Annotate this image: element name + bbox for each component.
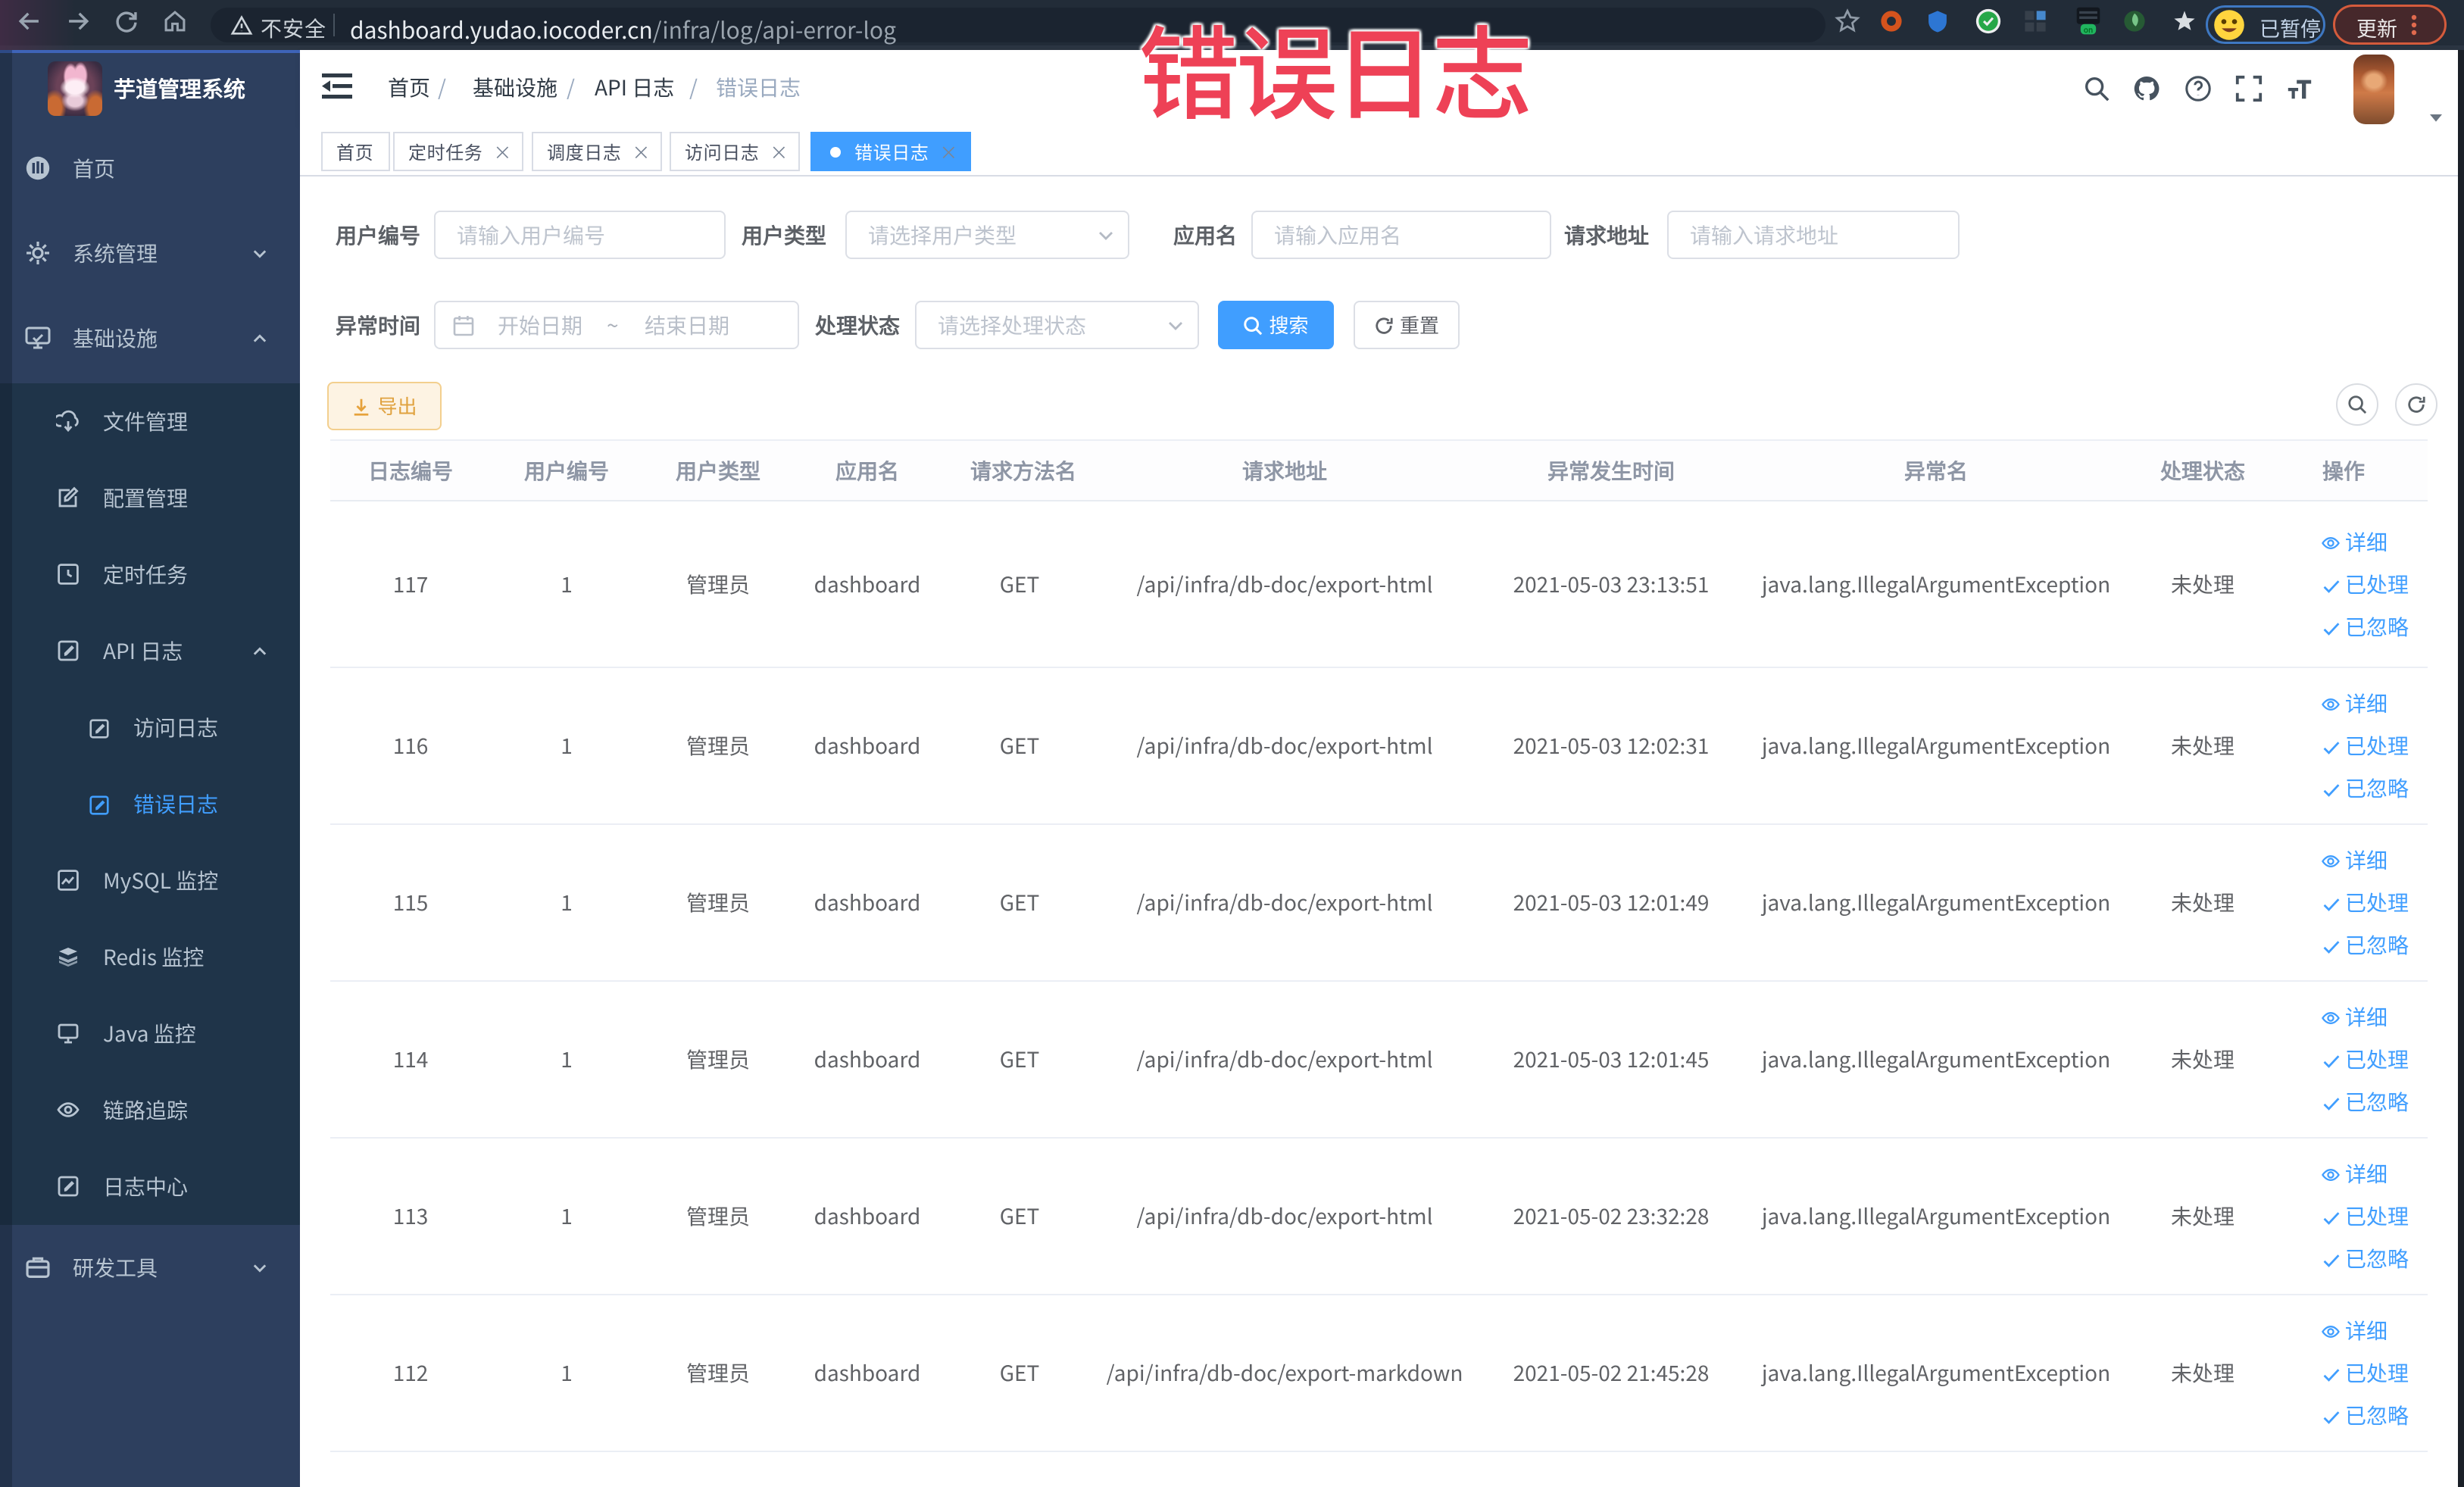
svg-text:on: on: [2084, 23, 2093, 35]
